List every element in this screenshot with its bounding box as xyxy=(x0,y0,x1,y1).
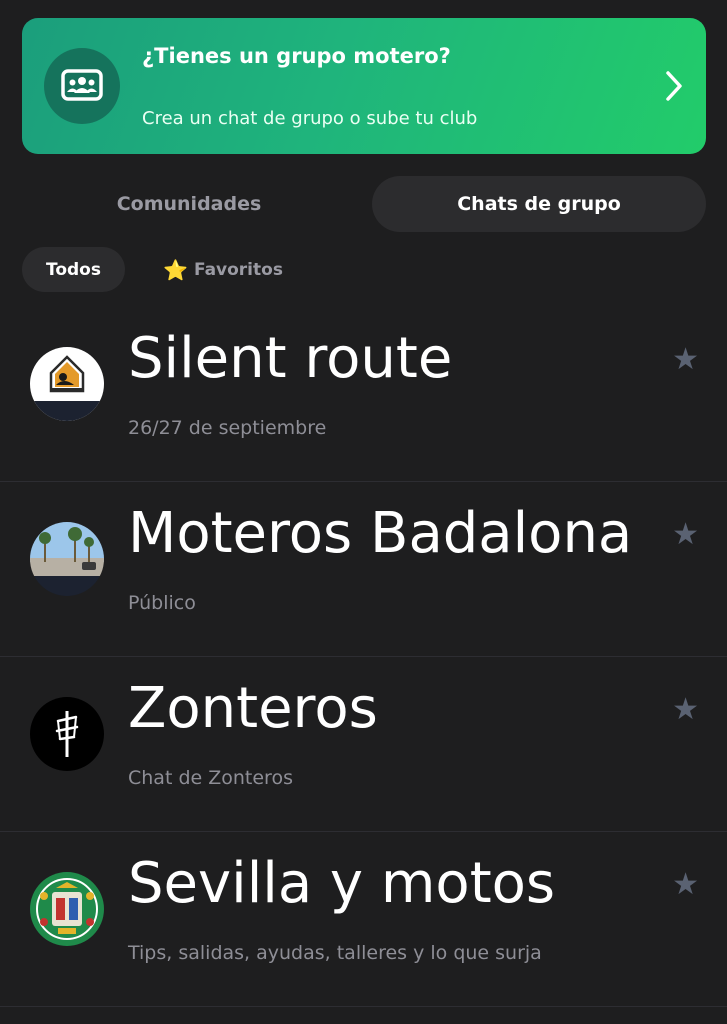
banner-subtitle: Crea un chat de grupo o sube tu club xyxy=(142,108,478,129)
group-people-icon xyxy=(44,48,120,124)
avatar xyxy=(30,522,104,596)
chat-row[interactable]: Silent route 26/27 de septiembre ★ xyxy=(0,307,727,482)
chat-name: Sevilla y motos xyxy=(128,851,556,916)
chat-subtitle: Chat de Zonteros xyxy=(128,767,293,789)
tab-group-chats[interactable]: Chats de grupo xyxy=(372,176,706,232)
chat-row[interactable]: Zonteros Chat de Zonteros ★ xyxy=(0,657,727,832)
group-chats-screen: ¿Tienes un grupo motero? Crea un chat de… xyxy=(0,0,727,1024)
avatar xyxy=(30,347,104,421)
avatar xyxy=(30,697,104,771)
favorite-star-icon[interactable]: ★ xyxy=(672,695,699,725)
favorite-star-icon[interactable]: ★ xyxy=(672,345,699,375)
chevron-right-icon[interactable] xyxy=(662,66,686,106)
chat-name: Zonteros xyxy=(128,676,378,741)
filter-favorites-label: Favoritos xyxy=(193,259,283,280)
chat-name: Moteros Badalona xyxy=(128,501,633,566)
banner-title: ¿Tienes un grupo motero? xyxy=(142,44,451,68)
tab-communities[interactable]: Comunidades xyxy=(22,176,356,232)
chat-subtitle: 26/27 de septiembre xyxy=(128,417,327,439)
chat-row[interactable]: Moteros Badalona Público ★ xyxy=(0,482,727,657)
filter-all[interactable]: Todos xyxy=(22,247,125,292)
chat-row[interactable]: Sevilla y motos Tips, salidas, ayudas, t… xyxy=(0,832,727,1007)
chat-subtitle: Tips, salidas, ayudas, talleres y lo que… xyxy=(128,942,542,964)
favorite-star-icon[interactable]: ★ xyxy=(672,520,699,550)
star-emoji-icon: ⭐ xyxy=(163,257,188,282)
chat-name: Silent route xyxy=(128,326,453,391)
create-group-banner[interactable]: ¿Tienes un grupo motero? Crea un chat de… xyxy=(22,18,706,154)
favorite-star-icon[interactable]: ★ xyxy=(672,870,699,900)
filter-favorites[interactable]: ⭐ Favoritos xyxy=(148,247,298,292)
avatar xyxy=(30,872,104,946)
chat-subtitle: Público xyxy=(128,592,196,614)
